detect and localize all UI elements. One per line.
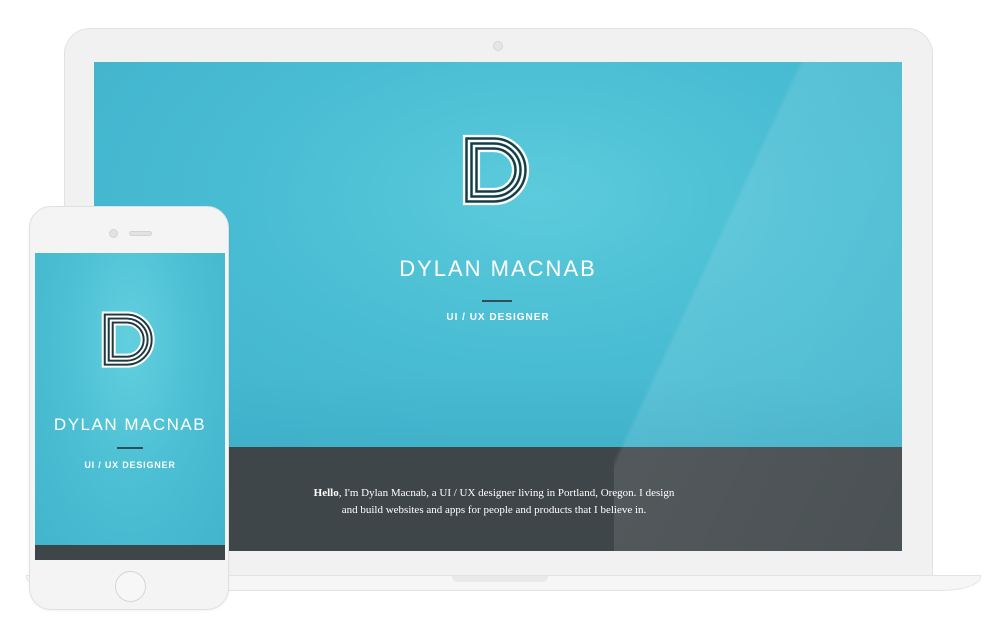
phone-camera-icon [109, 229, 118, 238]
intro-lead: Hello [313, 487, 339, 499]
phone-hero-divider [117, 447, 143, 449]
intro-line-2: and build websites and apps for people a… [341, 504, 647, 516]
intro-line-1: , I'm Dylan Macnab, a UI / UX designer l… [338, 487, 675, 499]
laptop-camera-icon [493, 41, 503, 51]
hero-divider [482, 300, 512, 302]
intro-text: Hello, I'm Dylan Macnab, a UI / UX desig… [284, 485, 704, 519]
laptop-notch [452, 576, 548, 582]
phone-screen: DYLAN MACNAB UI / UX DESIGNER [35, 253, 225, 560]
phone-hero-section: DYLAN MACNAB UI / UX DESIGNER [35, 253, 225, 545]
d-monogram-logo-icon [462, 134, 530, 206]
phone-hero-role: UI / UX DESIGNER [84, 460, 176, 470]
phone-hero-name: DYLAN MACNAB [53, 415, 207, 434]
d-monogram-logo-icon [101, 311, 155, 368]
home-button-icon[interactable] [115, 571, 146, 602]
phone-intro-section [35, 545, 225, 560]
phone-speaker [129, 231, 152, 236]
